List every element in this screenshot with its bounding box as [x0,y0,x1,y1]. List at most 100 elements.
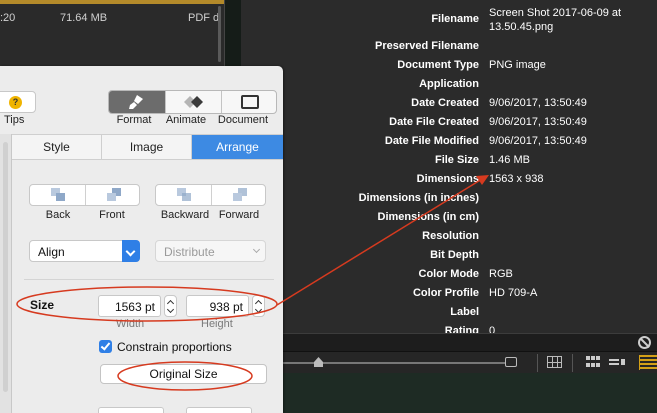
paintbrush-icon [129,95,143,109]
meta-row-color-mode: Color Mode RGB [241,268,657,287]
meta-label: Color Mode [418,268,480,280]
constrain-proportions-label: Constrain proportions [117,340,232,354]
bring-to-front-button[interactable] [86,185,141,205]
bring-forward-button[interactable] [212,185,267,205]
tab-arrange[interactable]: Arrange [192,135,283,159]
meta-row-bit-depth: Bit Depth [241,249,657,268]
file-list-selection-line [0,0,225,4]
meta-value[interactable]: 1563 x 938 [489,173,543,185]
width-field[interactable]: 1563 pt [98,295,161,317]
height-value: 938 pt [209,300,243,314]
send-backward-button[interactable] [156,185,211,205]
meta-label: Application [419,78,479,90]
send-to-back-button[interactable] [30,185,85,205]
width-stepper[interactable] [164,295,177,317]
format-button[interactable] [109,91,165,113]
meta-label: Dimensions (in cm) [377,211,479,223]
filmstrip-view-icon[interactable] [639,355,657,370]
meta-label: Resolution [422,230,479,242]
align-value: Align [38,245,65,259]
height-stepper[interactable] [252,295,265,317]
send-back-icon [51,188,65,201]
inspector-mode-switcher [108,90,277,114]
meta-value[interactable]: Screen Shot 2017-06-09 at [489,7,621,19]
format-label: Format [116,114,152,126]
format-inspector-window: ? Tips Format Animate Document Style Ima… [0,66,283,413]
file-list-scrollbar[interactable] [218,6,221,62]
tips-icon: ? [9,96,22,109]
distribute-popup[interactable]: Distribute [155,240,266,262]
meta-row-dimensions-inches: Dimensions (in inches) [241,192,657,211]
meta-row-date-file-created: Date File Created 9/06/2017, 13:50:49 [241,116,657,135]
meta-label: Bit Depth [430,249,479,261]
document-icon [241,95,259,109]
bring-front-icon [107,188,121,201]
meta-row-filename: Filename Screen Shot 2017-06-09 at 13.50… [241,7,657,33]
backward-label: Backward [160,209,210,221]
slider-knob[interactable] [314,357,323,367]
meta-row-file-size: File Size 1.46 MB [241,154,657,173]
meta-row-color-profile: Color Profile HD 709-A [241,287,657,306]
animate-icon [184,96,203,108]
forward-label: Forward [218,209,260,221]
column-view-icon[interactable] [609,359,625,365]
position-x-field[interactable] [98,407,164,413]
tips-label: Tips [4,114,25,126]
back-front-buttons [29,184,140,206]
meta-value[interactable]: 9/06/2017, 13:50:49 [489,135,587,147]
backward-icon [177,188,191,201]
meta-label: Date Created [411,97,479,109]
file-row-kind: PDF d [188,12,220,24]
height-field[interactable]: 938 pt [186,295,249,317]
tab-image[interactable]: Image [102,135,192,159]
document-button[interactable] [221,91,276,113]
meta-label: Label [450,306,479,318]
tab-style[interactable]: Style [12,135,102,159]
meta-label: Filename [431,13,479,25]
document-label: Document [217,114,269,126]
meta-value[interactable]: PNG image [489,59,546,71]
file-row-size: 71.64 MB [60,12,108,24]
metadata-status-bar [241,333,657,351]
back-label: Back [45,209,71,221]
meta-value-line2[interactable]: 13.50.45.png [489,21,553,33]
meta-label: Color Profile [412,287,479,299]
meta-value[interactable]: 9/06/2017, 13:50:49 [489,97,587,109]
grid-view-icon[interactable] [547,356,562,368]
file-list-strip: :20 71.64 MB PDF d [0,0,225,66]
size-label: Size [30,298,55,312]
meta-row-preserved-filename: Preserved Filename [241,40,657,59]
no-entry-icon[interactable] [638,336,651,349]
large-thumbnail-icon[interactable] [505,357,517,367]
section-divider [24,279,274,280]
original-size-button[interactable]: Original Size [100,364,267,384]
meta-label: Date File Created [389,116,479,128]
distribute-value: Distribute [164,245,215,259]
meta-value[interactable]: 9/06/2017, 13:50:49 [489,116,587,128]
meta-label: Dimensions (in inches) [358,192,479,204]
forward-icon [233,188,247,201]
meta-value[interactable]: HD 709-A [489,287,537,299]
animate-button[interactable] [165,91,221,113]
meta-row-resolution: Resolution [241,230,657,249]
list-view-icon[interactable] [586,356,600,368]
meta-row-date-file-modified: Date File Modified 9/06/2017, 13:50:49 [241,135,657,154]
meta-row-date-created: Date Created 9/06/2017, 13:50:49 [241,97,657,116]
file-row-time: :20 [0,12,16,24]
meta-row-document-type: Document Type PNG image [241,59,657,78]
meta-value[interactable]: 1.46 MB [489,154,530,166]
meta-row-label: Label [241,306,657,325]
sidebar-gutter [0,134,12,413]
meta-row-dimensions: Dimensions 1563 x 938 [241,173,657,192]
gutter-ridge [3,142,8,392]
constrain-proportions-checkbox[interactable] [99,340,112,353]
tips-button[interactable]: ? [0,91,36,113]
meta-label: Preserved Filename [375,40,479,52]
meta-value[interactable]: RGB [489,268,513,280]
align-popup[interactable]: Align [29,240,140,262]
toolbar-divider [537,354,538,372]
meta-label: Dimensions [416,173,479,185]
position-y-field[interactable] [186,407,252,413]
toolbar-divider [572,354,573,372]
meta-label: Document Type [397,59,479,71]
